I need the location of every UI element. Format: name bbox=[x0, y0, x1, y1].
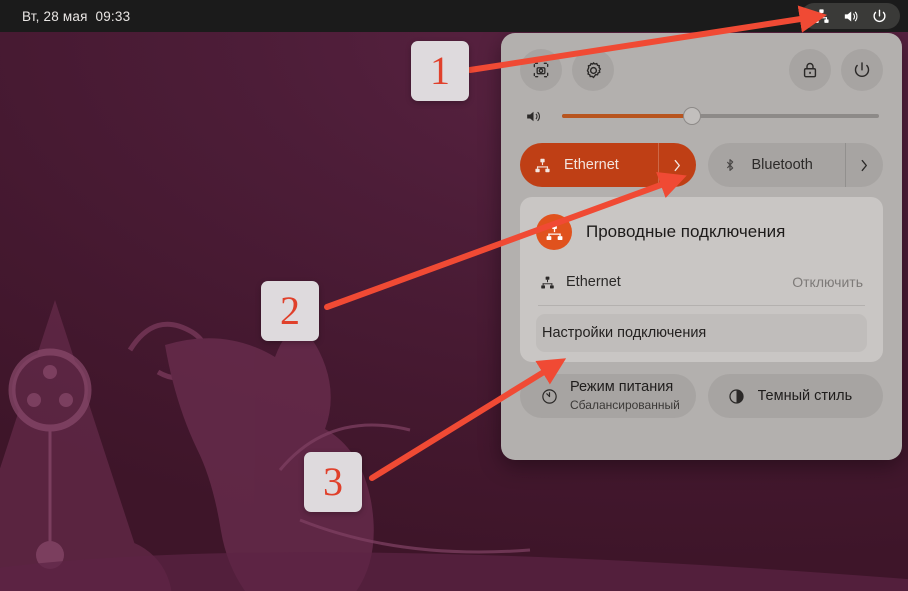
volume-icon bbox=[842, 8, 859, 25]
connection-toggles: Ethernet Bluetooth bbox=[520, 143, 883, 187]
slider-fill bbox=[562, 114, 692, 118]
ethernet-toggle-label: Ethernet bbox=[564, 157, 619, 173]
dark-style-title: Темный стиль bbox=[757, 388, 853, 405]
ethernet-expand-arrow[interactable] bbox=[657, 143, 696, 187]
slider-handle[interactable] bbox=[682, 107, 701, 125]
power-mode-subtitle: Сбалансированный bbox=[570, 398, 680, 412]
bluetooth-toggle-label: Bluetooth bbox=[751, 157, 813, 173]
dark-style-button[interactable]: Темный стиль bbox=[707, 374, 883, 418]
speedometer-icon bbox=[534, 387, 564, 406]
bluetooth-toggle[interactable]: Bluetooth bbox=[707, 143, 883, 187]
quick-settings-header bbox=[520, 49, 883, 91]
power-mode-title: Режим питания bbox=[570, 379, 674, 396]
power-icon bbox=[871, 8, 888, 25]
settings-gear-button[interactable] bbox=[572, 49, 614, 91]
volume-icon bbox=[520, 107, 546, 126]
connection-row-ethernet[interactable]: Ethernet Отключить bbox=[536, 263, 867, 301]
connection-name: Ethernet bbox=[566, 274, 621, 290]
quick-settings-bottom-row: Режим питания Сбалансированный Темный ст… bbox=[520, 374, 883, 418]
network-wired-icon bbox=[520, 157, 564, 174]
status-menu-button[interactable] bbox=[801, 3, 900, 29]
submenu-title: Проводные подключения bbox=[586, 222, 786, 241]
bluetooth-expand-arrow[interactable] bbox=[845, 143, 883, 187]
contrast-icon bbox=[722, 387, 752, 406]
dark-style-text: Темный стиль bbox=[758, 387, 853, 405]
quick-settings-panel: Ethernet Bluetooth Проводные подключения… bbox=[501, 33, 902, 460]
power-button[interactable] bbox=[841, 49, 883, 91]
ethernet-toggle[interactable]: Ethernet bbox=[520, 143, 696, 187]
submenu-header: Проводные подключения bbox=[536, 211, 867, 253]
top-bar: Вт, 28 мая 09:33 bbox=[0, 0, 908, 32]
network-wired-icon bbox=[540, 275, 562, 290]
connection-settings-link[interactable]: Настройки подключения bbox=[536, 314, 867, 352]
screenshot-button[interactable] bbox=[520, 49, 562, 91]
wired-connections-submenu: Проводные подключения Ethernet Отключить… bbox=[520, 197, 883, 362]
bluetooth-icon bbox=[708, 157, 752, 173]
volume-slider[interactable] bbox=[562, 107, 879, 125]
network-wired-icon bbox=[536, 214, 572, 250]
disconnect-button[interactable]: Отключить bbox=[792, 274, 863, 290]
clock[interactable]: Вт, 28 мая 09:33 bbox=[22, 9, 130, 24]
power-mode-text: Режим питания Сбалансированный bbox=[570, 378, 680, 414]
volume-slider-row bbox=[520, 101, 883, 131]
network-wired-icon bbox=[813, 8, 830, 25]
submenu-divider bbox=[538, 305, 865, 306]
desktop-screen: Вт, 28 мая 09:33 Ethernet Bluetooth Пров… bbox=[0, 0, 908, 591]
lock-button[interactable] bbox=[789, 49, 831, 91]
power-mode-button[interactable]: Режим питания Сбалансированный bbox=[520, 374, 696, 418]
